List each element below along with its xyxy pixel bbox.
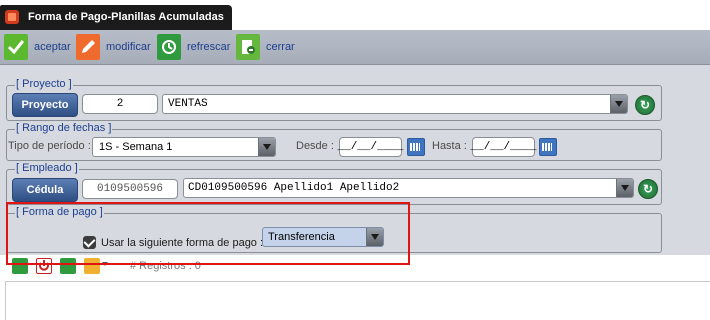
hasta-label: Hasta : (432, 140, 467, 152)
cedula-input[interactable]: 0109500596 (82, 179, 178, 199)
checkmark-icon (4, 34, 28, 60)
proyecto-code-input[interactable]: 2 (82, 94, 158, 114)
refresh-button[interactable]: refrescar (157, 32, 230, 62)
desde-calendar-icon[interactable] (407, 138, 425, 156)
desde-label: Desde : (296, 140, 334, 152)
chevron-down-icon[interactable] (616, 179, 633, 197)
refresh-icon (157, 34, 181, 60)
empleado-refresh-icon[interactable]: ↻ (638, 179, 658, 199)
tipo-periodo-value: 1S - Semana 1 (99, 141, 173, 153)
desde-input[interactable]: __/__/____ (338, 137, 404, 157)
rango-legend: [ Rango de fechas ] (15, 122, 113, 134)
tipo-periodo-select[interactable]: 1S - Semana 1 (92, 137, 276, 157)
tipo-periodo-label: Tipo de período : (8, 140, 91, 152)
chevron-down-icon[interactable] (258, 138, 275, 156)
proyecto-refresh-icon[interactable]: ↻ (635, 95, 655, 115)
hasta-input[interactable]: __/__/____ (471, 137, 537, 157)
highlight-box (6, 202, 410, 265)
hasta-calendar-icon[interactable] (539, 138, 557, 156)
cedula-button[interactable]: Cédula (12, 178, 78, 202)
modify-label: modificar (106, 41, 151, 53)
proyecto-name: VENTAS (168, 98, 208, 110)
chevron-down-icon[interactable] (610, 95, 627, 113)
empleado-legend: [ Empleado ] (15, 162, 79, 174)
accept-button[interactable]: aceptar (4, 32, 71, 62)
proyecto-button[interactable]: Proyecto (12, 93, 78, 117)
window-title: Forma de Pago-Planillas Acumuladas (28, 11, 224, 23)
app-icon (5, 10, 19, 24)
proyecto-legend: [ Proyecto ] (15, 78, 73, 90)
refresh-label: refrescar (187, 41, 231, 53)
accept-label: aceptar (34, 41, 71, 53)
pencil-icon (76, 34, 100, 60)
close-label: cerrar (266, 41, 295, 53)
proyecto-select[interactable]: VENTAS (162, 94, 628, 114)
data-grid[interactable] (5, 281, 710, 320)
close-door-icon (236, 34, 260, 60)
empleado-name: CD0109500596 Apellido1 Apellido2 (188, 182, 400, 194)
close-button[interactable]: cerrar (236, 32, 295, 62)
empleado-select[interactable]: CD0109500596 Apellido1 Apellido2 (183, 178, 634, 198)
modify-button[interactable]: modificar (76, 32, 151, 62)
